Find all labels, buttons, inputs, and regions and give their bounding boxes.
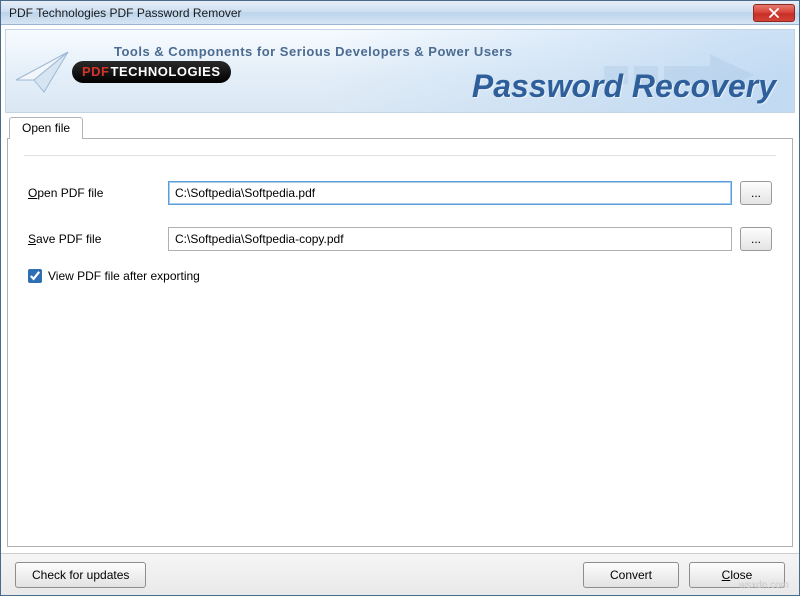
banner-product-title: Password Recovery <box>472 68 776 105</box>
check-updates-button[interactable]: Check for updates <box>15 562 146 588</box>
divider <box>24 155 776 156</box>
save-pdf-input[interactable] <box>168 227 732 251</box>
view-after-checkbox[interactable] <box>28 269 42 283</box>
tabstrip: Open file <box>7 117 793 139</box>
banner: PDF TECHNOLOGIES Tools & Components for … <box>5 29 795 113</box>
window-title: PDF Technologies PDF Password Remover <box>9 6 753 20</box>
app-window: PDF Technologies PDF Password Remover <box>0 0 800 596</box>
logo-text-tech: TECHNOLOGIES <box>111 65 221 78</box>
logo-pill: PDF TECHNOLOGIES <box>72 61 231 83</box>
save-pdf-label: Save PDF file <box>28 232 168 246</box>
save-pdf-row: Save PDF file ... <box>28 227 772 251</box>
save-pdf-browse-button[interactable]: ... <box>740 227 772 251</box>
logo-text-pdf: PDF <box>82 65 110 78</box>
view-after-row: View PDF file after exporting <box>28 269 772 283</box>
open-pdf-input[interactable] <box>168 181 732 205</box>
close-icon <box>769 8 779 18</box>
tabpanel-open-file: Open PDF file ... Save PDF file ... View… <box>7 138 793 547</box>
bottombar: Check for updates Convert Close <box>1 553 799 595</box>
paper-plane-icon <box>14 50 70 94</box>
open-pdf-browse-button[interactable]: ... <box>740 181 772 205</box>
tab-open-file[interactable]: Open file <box>9 117 83 139</box>
view-after-label[interactable]: View PDF file after exporting <box>48 269 200 283</box>
window-close-button[interactable] <box>753 4 795 22</box>
convert-button[interactable]: Convert <box>583 562 679 588</box>
titlebar: PDF Technologies PDF Password Remover <box>1 1 799 25</box>
open-pdf-row: Open PDF file ... <box>28 181 772 205</box>
banner-tagline: Tools & Components for Serious Developer… <box>114 44 513 59</box>
open-pdf-label: Open PDF file <box>28 186 168 200</box>
close-button[interactable]: Close <box>689 562 785 588</box>
client-area: Open file Open PDF file ... Save PDF fil… <box>7 117 793 547</box>
